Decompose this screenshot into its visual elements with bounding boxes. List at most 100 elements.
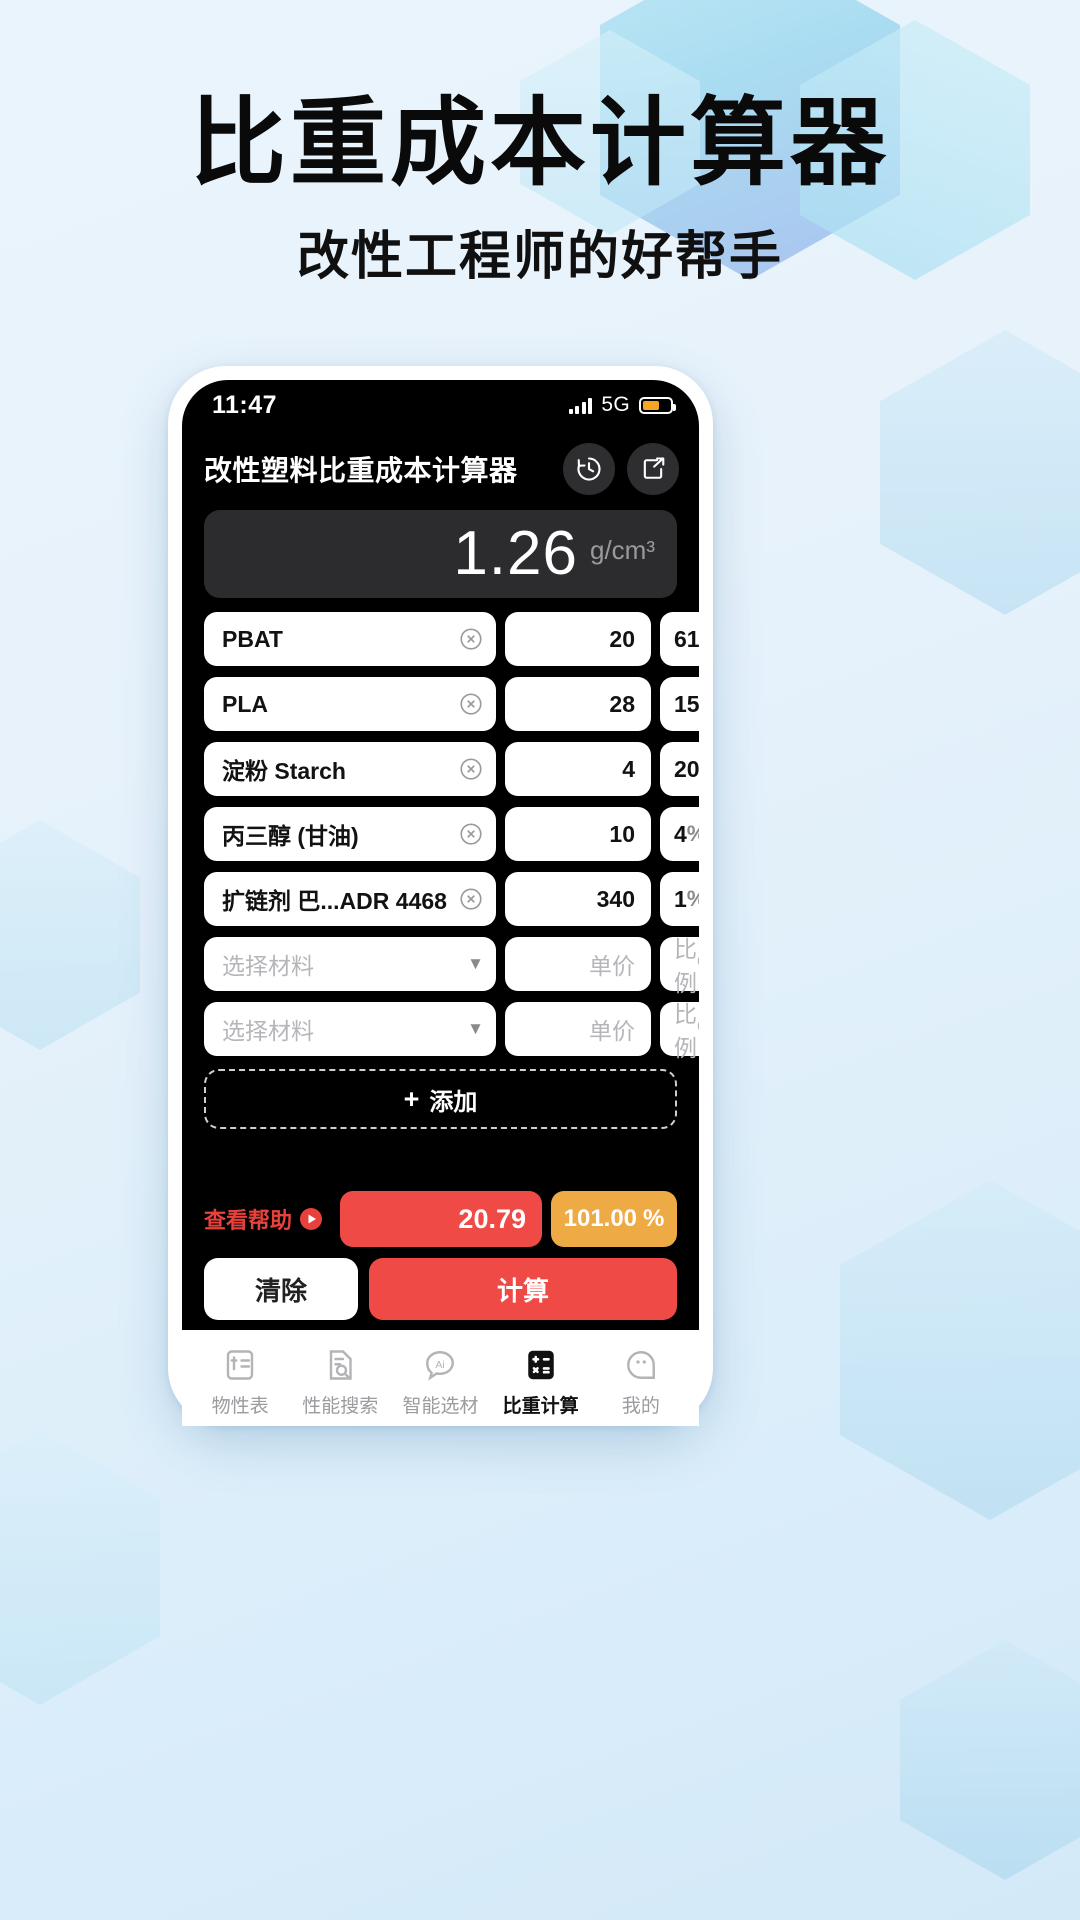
phone-screen: 11:47 5G 改性塑料比重成本计算器 1.26 g/cm³ PBAT 20 …: [182, 380, 699, 1426]
profile-face-icon: [626, 1350, 655, 1379]
tab-label: 性能搜索: [302, 1395, 379, 1417]
status-time: 11:47: [212, 390, 278, 419]
tab-performance-search[interactable]: 性能搜索: [292, 1347, 388, 1418]
percent-symbol: %: [697, 951, 699, 978]
price-placeholder: 单价: [589, 1018, 635, 1044]
clear-row-icon[interactable]: [458, 886, 484, 912]
material-name-label: PBAT: [222, 625, 283, 652]
density-value: 1.26: [453, 519, 578, 588]
percent-symbol: %: [697, 1016, 699, 1043]
view-help-label: 查看帮助: [204, 1208, 293, 1233]
bottom-tab-bar: 物性表 性能搜索 Ai 智能选材 比重计算 我的: [182, 1330, 699, 1426]
material-name-label: 扩链剂 巴...ADR 4468: [222, 888, 447, 914]
status-bar: 11:47 5G: [182, 380, 699, 430]
material-name-input[interactable]: PLA: [204, 677, 496, 731]
material-percent-value: 61: [674, 625, 699, 652]
share-button[interactable]: [627, 443, 679, 495]
network-label: 5G: [601, 393, 630, 416]
percent-symbol: %: [643, 1205, 665, 1232]
tab-label: 物性表: [211, 1395, 269, 1417]
percent-symbol: %: [687, 886, 699, 912]
material-select[interactable]: 选择材料 ▼: [204, 1002, 496, 1056]
percent-placeholder: 比例: [674, 936, 697, 996]
tab-properties-table[interactable]: 物性表: [192, 1347, 288, 1418]
clear-row-icon[interactable]: [458, 691, 484, 717]
tab-label: 比重计算: [502, 1395, 579, 1417]
material-name-input[interactable]: PBAT: [204, 612, 496, 666]
material-price-value: 340: [596, 885, 635, 912]
material-select[interactable]: 选择材料 ▼: [204, 937, 496, 991]
document-search-icon: [330, 1349, 352, 1380]
material-select-placeholder: 选择材料: [222, 953, 314, 979]
svg-text:Ai: Ai: [436, 1359, 445, 1371]
page-subtitle: 改性工程师的好帮手: [296, 226, 783, 287]
tab-profile[interactable]: 我的: [593, 1347, 689, 1418]
chevron-down-icon: ▼: [467, 1019, 484, 1038]
add-material-label: 添加: [429, 1088, 478, 1116]
tab-density-calculator[interactable]: 比重计算: [493, 1347, 589, 1418]
material-price-value: 28: [609, 690, 635, 717]
action-buttons: 清除 计算: [182, 1258, 699, 1320]
material-rows: PBAT 20 61 % PLA 28 15: [182, 598, 699, 1061]
phone-mockup: 11:47 5G 改性塑料比重成本计算器 1.26 g/cm³ PBAT 20 …: [168, 366, 713, 1426]
share-export-icon: [643, 457, 665, 479]
ai-chat-icon: Ai: [426, 1350, 455, 1381]
table-row: 丙三醇 (甘油) 10 4 %: [204, 807, 699, 861]
total-cost-value: 20.79: [458, 1203, 526, 1234]
material-price-value: 20: [609, 625, 635, 652]
clear-row-icon[interactable]: [458, 821, 484, 847]
material-price-input[interactable]: 10: [505, 807, 651, 861]
percent-symbol: %: [687, 821, 699, 847]
material-name-input[interactable]: 淀粉 Starch: [204, 742, 496, 796]
material-percent-input[interactable]: 61 %: [660, 612, 699, 666]
tab-label: 智能选材: [402, 1395, 479, 1417]
table-row: PLA 28 15 %: [204, 677, 699, 731]
table-row: 选择材料 ▼ 单价 比例 %: [204, 1001, 699, 1061]
signal-bars-icon: [568, 397, 593, 414]
page-title: 比重成本计算器: [190, 87, 890, 199]
material-price-input[interactable]: 340: [505, 872, 651, 926]
poster-heading: 比重成本计算器 改性工程师的好帮手: [0, 87, 1080, 289]
material-percent-value: 1: [674, 885, 687, 912]
result-display: 1.26 g/cm³: [204, 510, 677, 598]
material-price-input[interactable]: 20: [505, 612, 651, 666]
calculate-button[interactable]: 计算: [369, 1258, 677, 1320]
app-header: 改性塑料比重成本计算器: [182, 430, 699, 508]
decorative-cube: [900, 1640, 1080, 1880]
material-price-input[interactable]: 单价: [505, 1002, 651, 1056]
material-percent-input[interactable]: 比例 %: [660, 1001, 699, 1061]
table-row: 淀粉 Starch 4 20 %: [204, 742, 699, 796]
material-price-value: 10: [609, 820, 635, 847]
play-circle-icon: [300, 1208, 323, 1230]
material-price-value: 4: [622, 755, 635, 782]
material-price-input[interactable]: 28: [505, 677, 651, 731]
tab-smart-material[interactable]: Ai 智能选材: [392, 1347, 488, 1418]
material-name-label: 淀粉 Starch: [222, 758, 346, 784]
clear-row-icon[interactable]: [458, 756, 484, 782]
history-clock-icon: [577, 457, 601, 481]
chevron-down-icon: ▼: [467, 954, 484, 973]
decorative-cube: [840, 1180, 1080, 1520]
material-percent-input[interactable]: 4 %: [660, 807, 699, 861]
material-percent-input[interactable]: 1 %: [660, 872, 699, 926]
add-material-button[interactable]: + 添加: [204, 1069, 677, 1129]
material-percent-input[interactable]: 比例 %: [660, 936, 699, 996]
material-percent-value: 20: [674, 755, 699, 782]
clear-row-icon[interactable]: [458, 626, 484, 652]
view-help-button[interactable]: 查看帮助: [204, 1203, 331, 1235]
material-percent-input[interactable]: 20 %: [660, 742, 699, 796]
total-cost-box: 20.79: [340, 1191, 542, 1247]
history-button[interactable]: [563, 443, 615, 495]
plus-icon: +: [403, 1083, 420, 1114]
material-name-input[interactable]: 扩链剂 巴...ADR 4468: [204, 872, 496, 926]
decorative-cube: [0, 820, 140, 1050]
material-name-input[interactable]: 丙三醇 (甘油): [204, 807, 496, 861]
material-price-input[interactable]: 4: [505, 742, 651, 796]
battery-icon: [639, 396, 676, 414]
price-placeholder: 单价: [589, 953, 635, 979]
clear-button[interactable]: 清除: [204, 1258, 358, 1320]
material-price-input[interactable]: 单价: [505, 937, 651, 991]
material-percent-input[interactable]: 15 %: [660, 677, 699, 731]
decorative-cube: [0, 1430, 160, 1705]
